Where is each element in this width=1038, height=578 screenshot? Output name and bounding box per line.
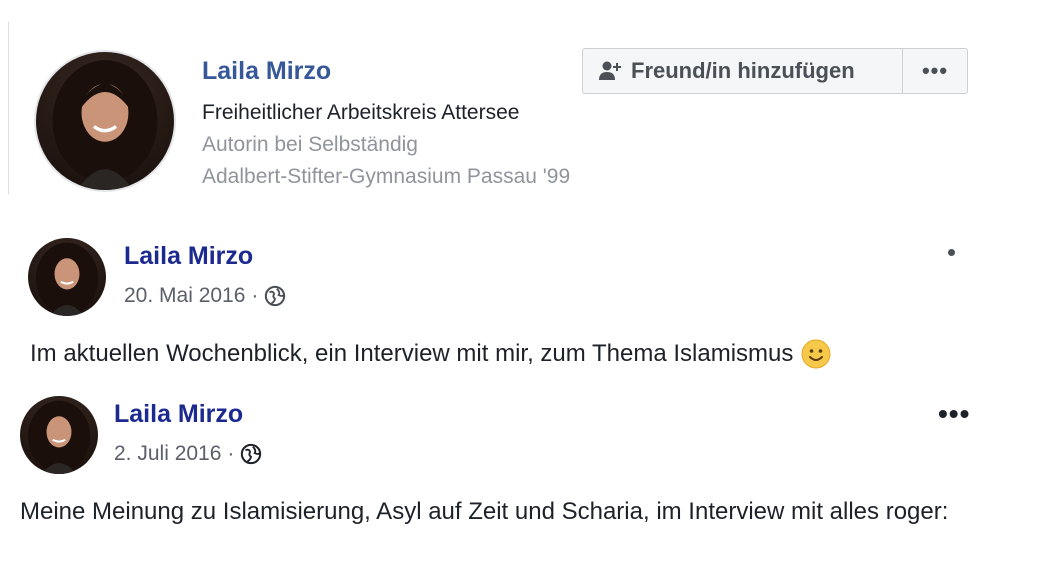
date-separator: · bbox=[227, 442, 235, 465]
post-author-photo bbox=[27, 400, 91, 474]
post-author-photo bbox=[35, 242, 99, 316]
post-author-name[interactable]: Laila Mirzo bbox=[114, 400, 243, 429]
profile-photo bbox=[52, 60, 158, 190]
post-author-avatar[interactable] bbox=[28, 238, 106, 316]
add-friend-button[interactable]: Freund/in hinzufügen bbox=[583, 49, 903, 93]
post-author-avatar[interactable] bbox=[20, 396, 98, 474]
profile-affiliation: Freiheitlicher Arbeitskreis Attersee bbox=[202, 101, 520, 124]
post-text: Im aktuellen Wochenblick, ein Interview … bbox=[30, 336, 831, 372]
post-date[interactable]: 20. Mai 2016 bbox=[124, 284, 245, 308]
profile-actions: Freund/in hinzufügen ••• bbox=[582, 48, 968, 94]
profile-education: Adalbert-Stifter-Gymnasium Passau '99 bbox=[202, 165, 571, 188]
post-options-button[interactable]: ••• bbox=[938, 398, 970, 430]
post-body: Meine Meinung zu Islamisierung, Asyl auf… bbox=[20, 498, 949, 525]
more-options-button[interactable]: ••• bbox=[903, 49, 967, 93]
post-timestamp: 20. Mai 2016 · bbox=[124, 284, 286, 308]
globe-icon[interactable] bbox=[240, 443, 262, 465]
post-author-name[interactable]: Laila Mirzo bbox=[124, 242, 253, 271]
post-timestamp: 2. Juli 2016 · bbox=[114, 442, 262, 466]
post-body: Im aktuellen Wochenblick, ein Interview … bbox=[30, 340, 794, 367]
globe-icon[interactable] bbox=[264, 285, 286, 307]
profile-avatar[interactable] bbox=[34, 50, 176, 192]
post-date[interactable]: 2. Juli 2016 bbox=[114, 442, 221, 466]
profile-work: Autorin bei Selbständig bbox=[202, 133, 418, 156]
profile-name-link[interactable]: Laila Mirzo bbox=[202, 57, 331, 86]
post-options-dot[interactable] bbox=[948, 249, 955, 256]
smiley-emoji-icon bbox=[801, 339, 831, 369]
add-friend-icon bbox=[599, 61, 621, 80]
add-friend-label: Freund/in hinzufügen bbox=[631, 58, 855, 83]
card-divider bbox=[8, 22, 9, 194]
date-separator: · bbox=[251, 284, 259, 307]
